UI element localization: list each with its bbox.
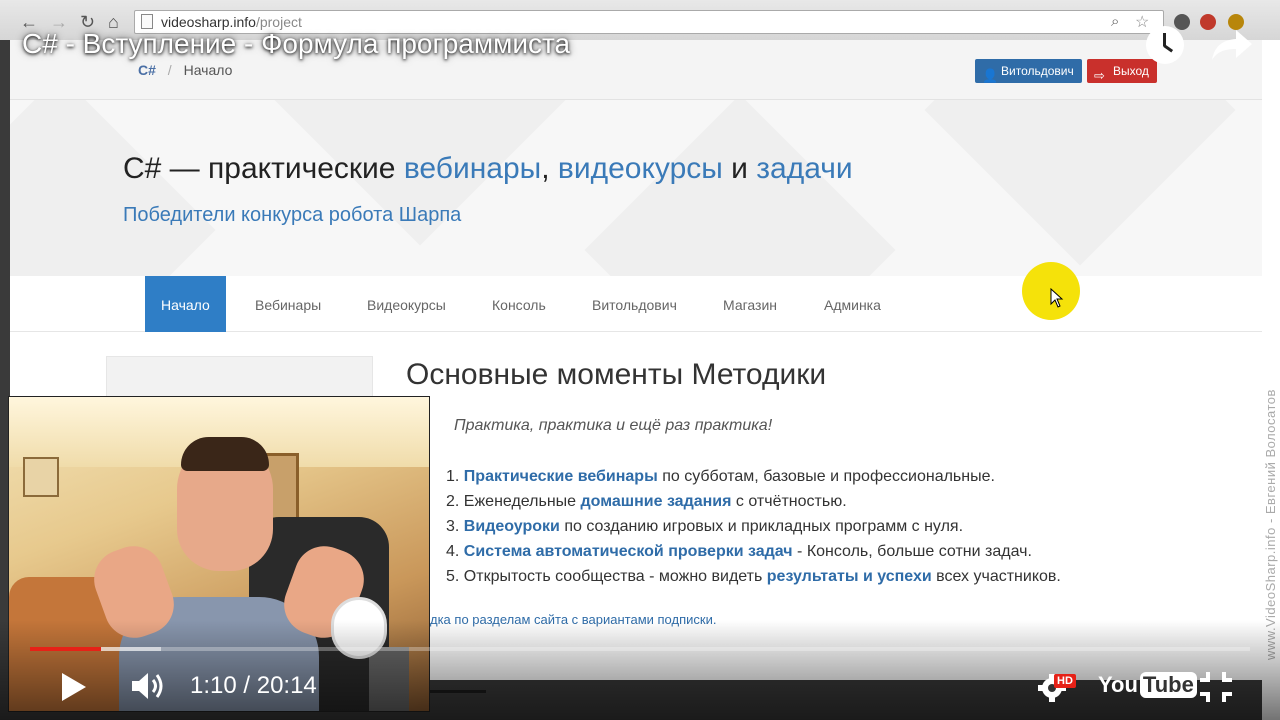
exit-fullscreen-icon[interactable] — [1198, 670, 1234, 704]
watch-later-icon[interactable] — [1146, 26, 1184, 64]
methodology-list: 1. Практические вебинары по субботам, ба… — [446, 464, 1166, 589]
breadcrumb-root[interactable]: C# — [138, 62, 156, 78]
results-link[interactable]: результаты и успехи — [767, 568, 932, 585]
user-button-label: Витольдович — [1001, 64, 1074, 78]
screen: ← → ↻ ⌂ videosharp.info/project ⌕ ☆ C# /… — [0, 0, 1280, 720]
share-icon[interactable] — [1210, 28, 1254, 62]
practical-webinars-link[interactable]: Практические вебинары — [464, 468, 658, 485]
volume-icon[interactable] — [130, 670, 166, 702]
user-button[interactable]: 👤 Витольдович — [975, 59, 1082, 83]
menu-item-home[interactable]: Начало — [145, 276, 226, 332]
menu-item-webinars[interactable]: Вебинары — [255, 276, 321, 332]
zoom-icon[interactable]: ⌕ — [1111, 13, 1119, 30]
webinars-link[interactable]: вебинары — [404, 152, 541, 185]
menu-item-vitoldovich[interactable]: Витольдович — [592, 276, 677, 332]
menu-item-courses[interactable]: Видеокурсы — [367, 276, 446, 332]
courses-link[interactable]: видеокурсы — [558, 152, 723, 185]
list-item: 1. Практические вебинары по субботам, ба… — [446, 468, 995, 485]
logout-button-label: Выход — [1113, 64, 1149, 78]
menu-item-shop[interactable]: Магазин — [723, 276, 777, 332]
tasks-link[interactable]: задачи — [756, 152, 852, 185]
motto-text: Практика, практика и ещё раз практика! — [454, 417, 773, 434]
progress-bar[interactable] — [30, 647, 1250, 651]
hero-banner: C# — практические вебинары, видеокурсы и… — [10, 100, 1262, 276]
hero-subtitle-link[interactable]: Победители конкурса робота Шарпа — [123, 204, 461, 227]
background-pattern — [10, 100, 216, 276]
list-item: 5. Открытость сообщества - можно видеть … — [446, 568, 1061, 585]
bookmark-star-icon[interactable]: ☆ — [1135, 12, 1149, 32]
hd-badge: HD — [1054, 674, 1076, 688]
logout-button[interactable]: ⇨ Выход — [1087, 59, 1157, 83]
list-item: 4. Система автоматической проверки задач… — [446, 543, 1032, 560]
list-item: 2. Еженедельные домашние задания с отчёт… — [446, 493, 847, 510]
youtube-logo[interactable]: You Tube — [1098, 672, 1197, 702]
player-controls-bg — [0, 620, 1280, 720]
menu-item-admin[interactable]: Админка — [824, 276, 881, 332]
logout-icon: ⇨ — [1094, 68, 1105, 83]
breadcrumb-current: Начало — [183, 62, 233, 78]
mouse-pointer-icon — [1050, 288, 1064, 308]
video-lessons-link[interactable]: Видеоуроки — [464, 518, 560, 535]
breadcrumb-separator: / — [167, 62, 172, 78]
auto-check-link[interactable]: Система автоматической проверки задач — [464, 543, 793, 560]
background-pattern — [584, 100, 896, 276]
wall-clock — [23, 457, 59, 497]
progress-played — [30, 647, 101, 651]
play-icon[interactable] — [62, 673, 86, 701]
video-title[interactable]: C# - Вступление - Формула программиста — [22, 28, 570, 60]
page-icon — [141, 14, 153, 29]
scrub-marker — [430, 690, 486, 693]
content-title: Основные моменты Методики — [406, 358, 827, 391]
background-pattern — [924, 100, 1236, 266]
menu-item-console[interactable]: Консоль — [492, 276, 546, 332]
extension-icon[interactable] — [1174, 14, 1190, 30]
breadcrumb: C# / Начало — [138, 62, 232, 78]
hero-title: C# — практические вебинары, видеокурсы и… — [123, 152, 853, 185]
time-display: 1:10 / 20:14 — [190, 672, 317, 699]
list-item: 3. Видеоуроки по созданию игровых и прик… — [446, 518, 964, 535]
user-icon: 👤 — [982, 68, 999, 83]
homework-link[interactable]: домашние задания — [581, 493, 732, 510]
